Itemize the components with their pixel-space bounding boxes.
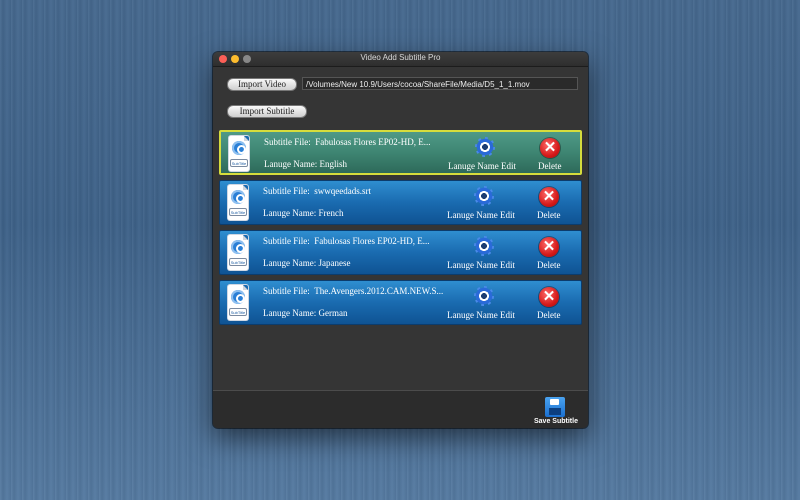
- import-subtitle-button[interactable]: Import Subtitle: [227, 105, 307, 118]
- delete-label[interactable]: Delete: [538, 161, 561, 171]
- delete-label[interactable]: Delete: [537, 260, 560, 270]
- subtitle-file-name: swwqeedads.srt: [314, 186, 372, 196]
- subtitle-file-name: The.Avengers.2012.CAM.NEW.S...: [314, 286, 444, 296]
- subtitle-row[interactable]: SubTitle Subtitle File: Fabulosas Flores…: [219, 230, 582, 275]
- delete-icon[interactable]: ✕: [539, 237, 559, 257]
- subtitle-file-icon: SubTitle: [228, 235, 248, 270]
- delete-icon[interactable]: ✕: [539, 287, 559, 307]
- language-value: French: [318, 208, 344, 218]
- subtitle-file-icon: SubTitle: [228, 185, 248, 220]
- subtitle-row[interactable]: SubTitle Subtitle File: swwqeedads.srt L…: [219, 180, 582, 225]
- gear-icon[interactable]: [474, 236, 494, 256]
- subtitle-icon-caption: SubTitle: [229, 308, 247, 316]
- subtitle-icon-caption: SubTitle: [230, 159, 248, 167]
- save-subtitle-button[interactable]: Save Subtitle: [534, 418, 578, 425]
- language-name-edit-label[interactable]: Lanuge Name Edit: [447, 310, 515, 320]
- subtitle-file-text: Subtitle File: Fabulosas Flores EP02-HD,…: [264, 137, 431, 147]
- language-label: Lanuge Name:: [264, 159, 318, 169]
- delete-icon[interactable]: ✕: [540, 138, 560, 158]
- language-value: German: [318, 308, 348, 318]
- language-label: Lanuge Name:: [263, 258, 317, 268]
- subtitle-file-text: Subtitle File: Fabulosas Flores EP02-HD,…: [263, 236, 430, 246]
- subtitle-file-label: Subtitle File:: [264, 137, 311, 147]
- language-name-edit-label[interactable]: Lanuge Name Edit: [447, 260, 515, 270]
- bottom-toolbar: Save Subtitle: [213, 390, 588, 428]
- subtitle-file-label: Subtitle File:: [263, 186, 310, 196]
- subtitle-row[interactable]: SubTitle Subtitle File: Fabulosas Flores…: [219, 130, 582, 175]
- subtitle-file-icon: SubTitle: [229, 136, 249, 171]
- gear-icon[interactable]: [474, 286, 494, 306]
- subtitle-icon-caption: SubTitle: [229, 208, 247, 216]
- title-bar: Video Add Subtitle Pro: [213, 52, 588, 67]
- language-text: Lanuge Name: French: [263, 208, 343, 218]
- language-value: Japanese: [318, 258, 351, 268]
- language-name-edit-label[interactable]: Lanuge Name Edit: [448, 161, 516, 171]
- delete-icon[interactable]: ✕: [539, 187, 559, 207]
- language-text: Lanuge Name: Japanese: [263, 258, 350, 268]
- delete-label[interactable]: Delete: [537, 310, 560, 320]
- subtitle-file-icon: SubTitle: [228, 285, 248, 320]
- delete-label[interactable]: Delete: [537, 210, 560, 220]
- import-video-button[interactable]: Import Video: [227, 78, 297, 91]
- subtitle-file-name: Fabulosas Flores EP02-HD, E...: [315, 137, 431, 147]
- subtitle-file-name: Fabulosas Flores EP02-HD, E...: [314, 236, 430, 246]
- language-value: English: [319, 159, 347, 169]
- gear-icon[interactable]: [474, 186, 494, 206]
- video-path-field[interactable]: /Volumes/New 10.9/Users/cocoa/ShareFile/…: [302, 77, 578, 90]
- subtitle-row[interactable]: SubTitle Subtitle File: The.Avengers.201…: [219, 280, 582, 325]
- subtitle-file-text: Subtitle File: swwqeedads.srt: [263, 186, 371, 196]
- save-icon[interactable]: [545, 397, 565, 417]
- gear-icon[interactable]: [475, 137, 495, 157]
- language-text: Lanuge Name: German: [263, 308, 347, 318]
- subtitle-file-label: Subtitle File:: [263, 236, 310, 246]
- language-label: Lanuge Name:: [263, 208, 317, 218]
- language-name-edit-label[interactable]: Lanuge Name Edit: [447, 210, 515, 220]
- language-label: Lanuge Name:: [263, 308, 317, 318]
- subtitle-file-label: Subtitle File:: [263, 286, 310, 296]
- subtitle-file-text: Subtitle File: The.Avengers.2012.CAM.NEW…: [263, 286, 443, 296]
- subtitle-icon-caption: SubTitle: [229, 258, 247, 266]
- language-text: Lanuge Name: English: [264, 159, 347, 169]
- app-window: Video Add Subtitle Pro Import Video /Vol…: [213, 52, 588, 428]
- window-title: Video Add Subtitle Pro: [360, 53, 441, 62]
